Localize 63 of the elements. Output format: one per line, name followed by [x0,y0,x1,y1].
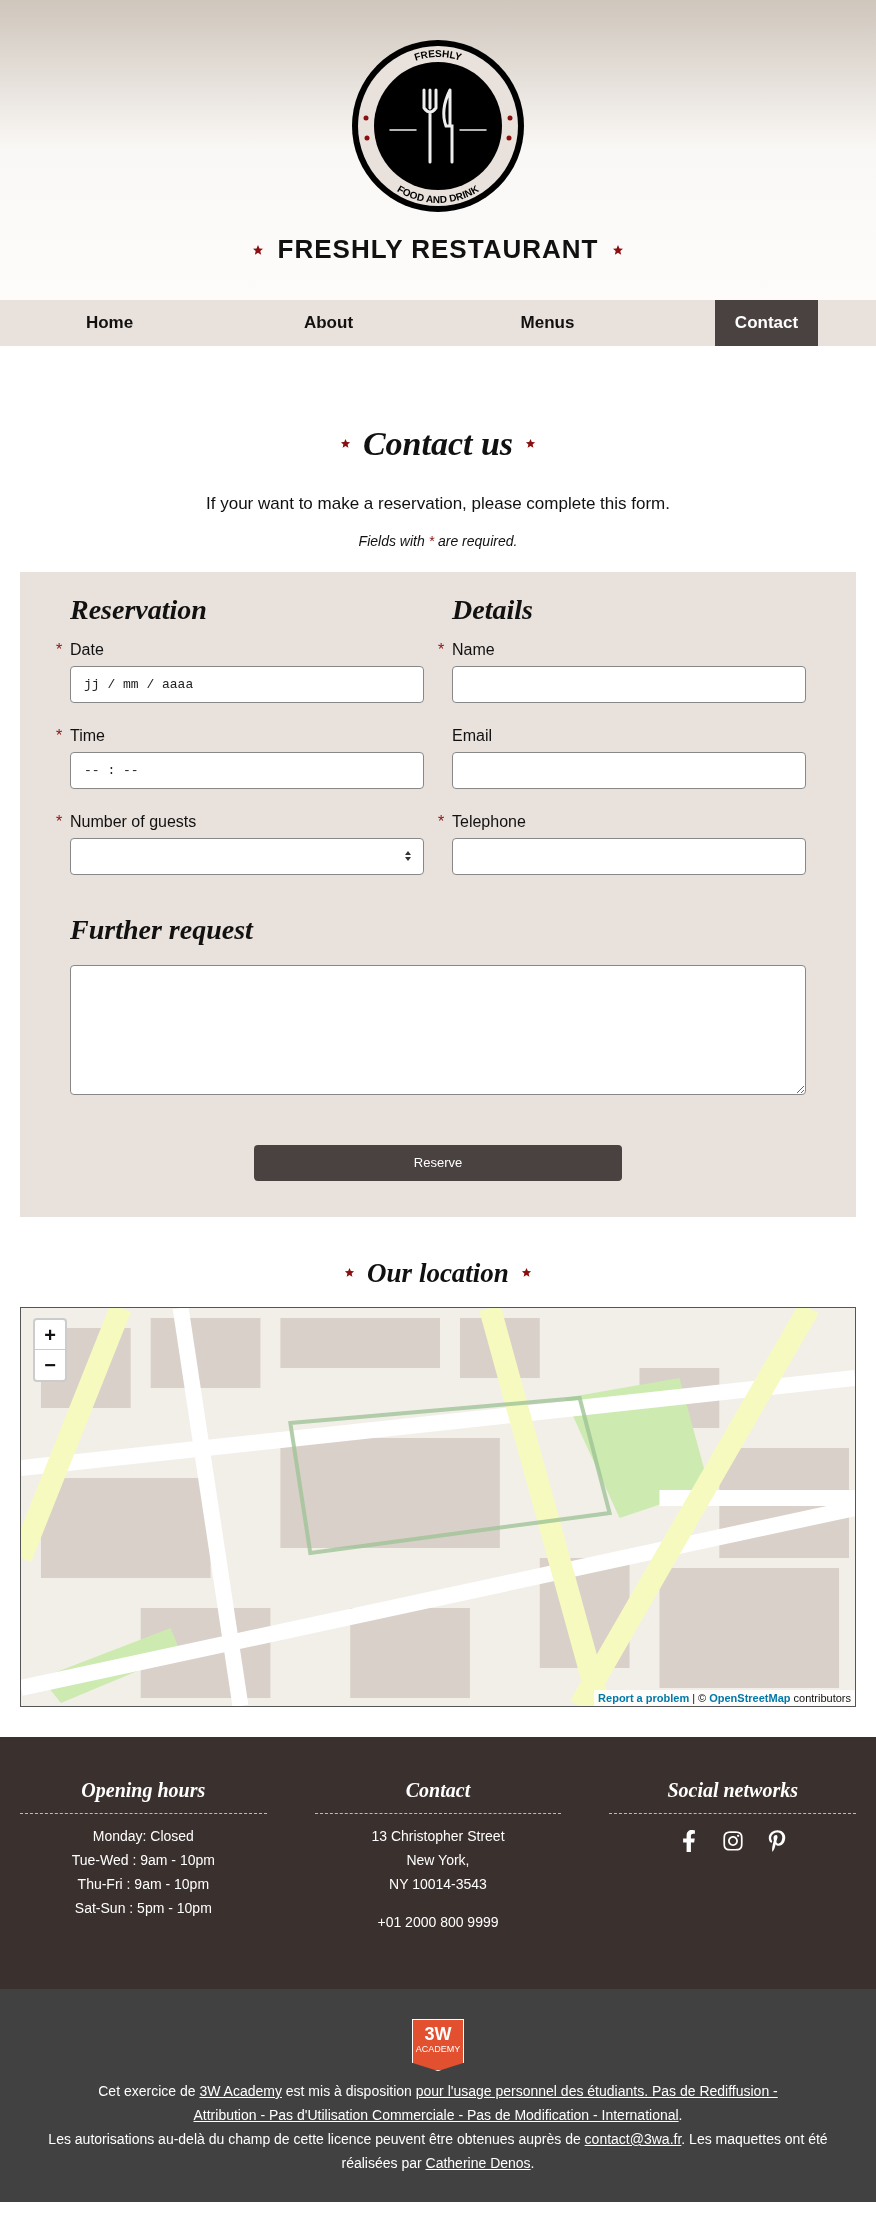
input-field[interactable]: jj / mm / aaaa [70,665,424,703]
nav-tab[interactable]: Contact [714,300,819,346]
required-mark: * [56,811,63,832]
input-field[interactable] [452,665,806,703]
footer-title: Contact [314,1775,562,1814]
section-title: Reservation [70,592,208,627]
input-field[interactable] [452,837,806,875]
field-label: Time [70,726,105,744]
zoom-out-button[interactable]: − [35,1350,65,1380]
star-icon [339,438,351,449]
input-field[interactable]: -- : -- [70,751,424,789]
required-mark: * [56,725,63,746]
field-label: Email [452,726,492,744]
phone-number: +01 2000 800 9999 [377,1913,499,1932]
academy-badge: 3W ACADEMY [412,2019,464,2071]
credits-link[interactable]: Catherine Denos [425,2155,531,2171]
credits-paragraph: Les autorisations au-delà du champ de cette licence peuvent être obtenues auprès de contact@3wa.fr. Les maquettes ont été réalisées par Catherine Denos. [47,2130,829,2173]
star-icon [525,438,537,449]
nav-tab[interactable]: Home [65,300,154,346]
field-label: Number of guests [70,812,197,830]
star-icon [251,243,264,256]
attribution-text: | © [692,1690,707,1706]
attribution-text: contributors [793,1690,851,1706]
site-title: FRESHLY RESTAURANT [277,233,599,266]
instagram-icon[interactable] [721,1830,744,1852]
credits-link[interactable]: contact@3wa.fr [584,2131,682,2147]
section-title: Our location [367,1256,509,1290]
field-label: Name [452,640,495,658]
hours-line: Thu-Fri : 9am - 10pm [77,1875,210,1894]
field-label: Telephone [452,812,526,830]
number-field[interactable] [70,837,424,875]
attribution-link[interactable]: OpenStreetMap [709,1689,791,1706]
required-note: Fields with * are required. [358,531,518,551]
hours-line: Monday: Closed [92,1827,194,1846]
intro-text: If your want to make a reservation, please complete this form. [206,493,670,515]
required-mark: * [438,639,445,660]
spinner-icon [403,849,413,863]
address-line: NY 10014-3543 [389,1875,487,1894]
address-line: New York, [406,1851,470,1870]
star-icon [520,1267,532,1279]
credits-link[interactable]: pour l'usage personnel des étudiants. Pas de Rediffusion - [415,2083,778,2099]
credits-paragraph: Cet exercice de 3W Academy est mis à disposition pour l'usage personnel des étudiants. Pas de Rediffusion - Attribution - Pas d'Utilisation Commerciale - Pas de Modification - International. [97,2082,779,2125]
section-title: Details [452,592,534,627]
zoom-in-button[interactable]: + [35,1320,65,1350]
page-title: Contact us [362,424,514,464]
field-label: Date [70,640,104,658]
hours-line: Sat-Sun : 5pm - 10pm [74,1899,212,1918]
reserve-button[interactable]: Reserve [254,1144,622,1181]
hours-line: Tue-Wed : 9am - 10pm [71,1851,215,1870]
credits-link[interactable]: Attribution - Pas d'Utilisation Commerciale - Pas de Modification - International [193,2107,679,2123]
star-icon [344,1267,356,1279]
nav-tab[interactable]: Menus [500,300,595,346]
section-title: Further request [70,912,255,947]
required-mark: * [56,639,63,660]
credits-link[interactable]: 3W Academy [199,2083,282,2099]
star-icon [612,243,625,256]
footer-title: Social networks [609,1775,856,1814]
report-link[interactable]: Report a problem [598,1689,690,1706]
nav-tab[interactable]: About [283,300,374,346]
input-field[interactable] [452,751,806,789]
required-mark: * [438,811,445,832]
footer-title: Opening hours [20,1775,267,1814]
address-line: 13 Christopher Street [371,1827,505,1846]
